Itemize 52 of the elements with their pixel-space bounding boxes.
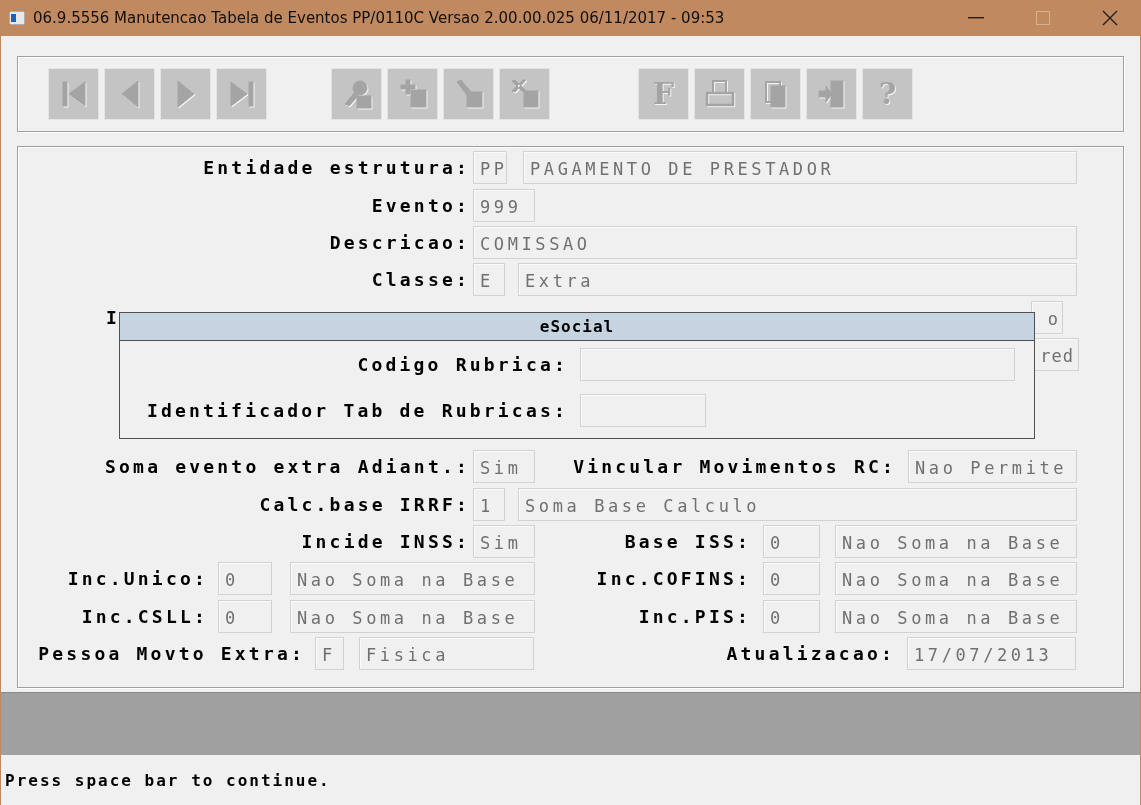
input-field[interactable]: 0 bbox=[218, 599, 272, 633]
maximize-icon[interactable] bbox=[1036, 11, 1050, 25]
field-label: Entidade estrutura: bbox=[202, 157, 471, 179]
input-field[interactable]: Sim bbox=[473, 525, 535, 559]
field-label: Calc.base IRRF: bbox=[258, 493, 471, 515]
input-field[interactable] bbox=[580, 347, 1015, 381]
field-label: Soma evento extra Adiant.: bbox=[104, 456, 471, 478]
field-label: Inc.CSLL: bbox=[80, 605, 209, 627]
input-field[interactable]: o bbox=[1031, 300, 1063, 334]
input-field[interactable]: Nao Permite bbox=[908, 450, 1077, 484]
field-label: Descricao: bbox=[328, 231, 471, 253]
dialog-title: eSocial bbox=[120, 313, 1034, 341]
input-field[interactable]: PAGAMENTO DE PRESTADOR bbox=[523, 151, 1077, 185]
field-label: Atualizacao: bbox=[725, 643, 896, 665]
input-field[interactable]: 0 bbox=[763, 599, 820, 633]
field-label: Incide INSS: bbox=[300, 531, 471, 553]
input-field[interactable]: E bbox=[473, 263, 505, 297]
input-field[interactable]: Nao Soma na Base bbox=[290, 562, 535, 596]
field-label: Pessoa Movto Extra: bbox=[37, 643, 306, 665]
field-label: Inc.COFINS: bbox=[595, 568, 752, 590]
input-field[interactable]: Nao Soma na Base bbox=[835, 599, 1077, 633]
input-field[interactable]: Extra bbox=[518, 263, 1077, 297]
input-field[interactable]: Nao Soma na Base bbox=[835, 525, 1077, 559]
field-label: Base ISS: bbox=[623, 531, 752, 553]
input-field[interactable]: Nao Soma na Base bbox=[290, 599, 535, 633]
field-label: Vincular Movimentos RC: bbox=[572, 456, 897, 478]
field-label: I bbox=[105, 306, 121, 328]
input-field[interactable]: COMISSAO bbox=[473, 225, 1077, 259]
input-field[interactable]: Sim bbox=[473, 450, 535, 484]
input-field[interactable]: Soma Base Calculo bbox=[518, 487, 1077, 521]
field-label: Identificador Tab de Rubricas: bbox=[145, 399, 569, 421]
input-field[interactable]: F bbox=[315, 637, 344, 671]
app-icon bbox=[9, 11, 25, 25]
field-label: Inc.Unico: bbox=[66, 568, 209, 590]
input-field[interactable]: Nao Soma na Base bbox=[835, 562, 1077, 596]
input-field[interactable]: 1 bbox=[473, 487, 505, 521]
minimize-icon[interactable] bbox=[968, 17, 984, 19]
input-field[interactable]: 0 bbox=[218, 562, 272, 596]
field-label: Classe: bbox=[370, 269, 471, 291]
status-text: Press space bar to continue. bbox=[5, 771, 331, 790]
field-label: Inc.PIS: bbox=[637, 605, 752, 627]
field-label: Evento: bbox=[370, 194, 471, 216]
input-field[interactable]: Fisica bbox=[359, 637, 534, 671]
input-field[interactable] bbox=[580, 393, 706, 427]
input-field[interactable]: 999 bbox=[473, 188, 535, 222]
window-title: 06.9.5556 Manutencao Tabela de Eventos PP/0110C Versao 2.00.00.025 06/11/2017 - 09:53 bbox=[33, 9, 725, 27]
close-icon[interactable] bbox=[1102, 10, 1118, 26]
input-field[interactable]: PP bbox=[473, 151, 507, 185]
field-label: Codigo Rubrica: bbox=[356, 353, 569, 375]
input-field[interactable]: 0 bbox=[763, 562, 820, 596]
input-field[interactable]: 0 bbox=[763, 525, 820, 559]
input-field[interactable]: 17/07/2013 bbox=[907, 637, 1076, 671]
